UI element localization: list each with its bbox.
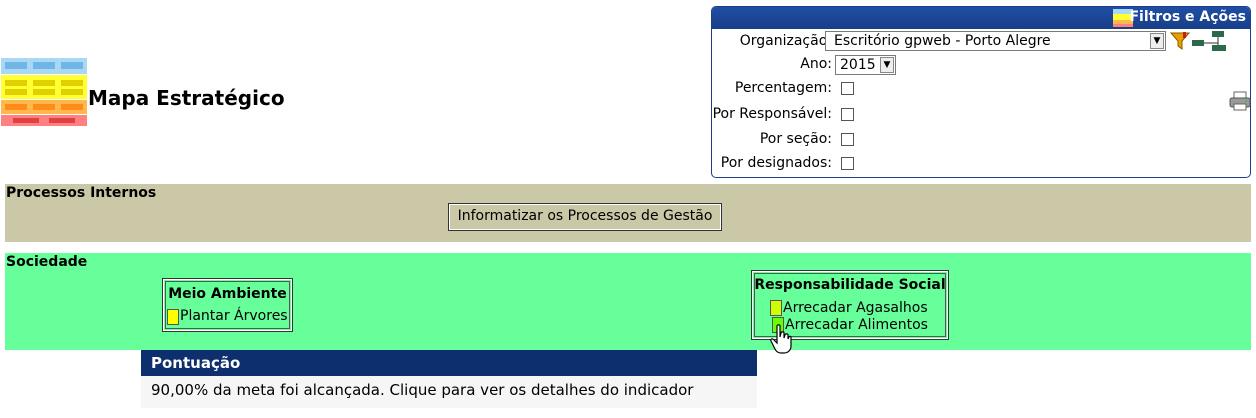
tooltip-text: 90,00% da meta foi alcançada. Clique par… (141, 376, 757, 408)
percentagem-row: Percentagem: (711, 78, 832, 98)
perspective-title: Processos Internos (6, 185, 157, 201)
por-designados-label: Por designados: (720, 155, 832, 171)
por-secao-checkbox[interactable] (841, 133, 854, 146)
objective-title: Responsabilidade Social (754, 277, 946, 293)
organizacao-row: Organização: (711, 31, 832, 51)
status-square-icon (770, 300, 782, 316)
por-responsavel-checkbox[interactable] (841, 108, 854, 121)
por-secao-row: Por seção: (711, 129, 832, 149)
chevron-down-icon: ▼ (880, 57, 894, 73)
printer-icon[interactable] (1229, 90, 1251, 112)
indicator-label: Arrecadar Agasalhos (783, 300, 928, 316)
strategic-map-logo-icon (1, 58, 87, 126)
ano-row: Ano: (711, 54, 832, 74)
por-responsavel-label: Por Responsável: (712, 106, 832, 122)
por-responsavel-row: Por Responsável: (711, 104, 832, 124)
por-designados-row: Por designados: (711, 153, 832, 173)
por-secao-label: Por seção: (759, 131, 832, 147)
status-square-icon (167, 309, 179, 325)
hand-cursor-icon (770, 324, 792, 354)
por-designados-checkbox[interactable] (841, 157, 854, 170)
perspective-title: Sociedade (6, 254, 88, 270)
objective-informatizar[interactable]: Informatizar os Processos de Gestão (448, 203, 722, 231)
filters-title: Filtros e Ações (1129, 9, 1246, 25)
organizacao-select[interactable]: Escritório gpweb - Porto Alegre ▼ (825, 31, 1166, 51)
organizacao-value: Escritório gpweb - Porto Alegre (834, 33, 1051, 49)
chevron-down-icon: ▼ (1150, 33, 1164, 49)
funnel-icon[interactable] (1170, 30, 1190, 52)
indicator-label: Plantar Árvores (180, 308, 288, 324)
percentagem-checkbox[interactable] (841, 82, 854, 95)
percentagem-label: Percentagem: (734, 80, 832, 96)
org-chart-icon[interactable] (1190, 30, 1230, 52)
ano-select[interactable]: 2015 ▼ (835, 55, 896, 75)
ano-value: 2015 (840, 57, 876, 73)
tooltip-title: Pontuação (141, 350, 757, 376)
perspective-sociedade: Sociedade Meio Ambiente Plantar Árvores … (5, 253, 1251, 350)
perspective-processos-internos: Processos Internos Informatizar os Proce… (5, 184, 1251, 242)
ano-label: Ano: (800, 56, 832, 72)
objective-title: Meio Ambiente (168, 286, 287, 302)
filters-header: Filtros e Ações (712, 7, 1250, 29)
objective-title: Informatizar os Processos de Gestão (457, 208, 713, 224)
page-title: Mapa Estratégico (88, 86, 285, 110)
objective-meio-ambiente[interactable]: Meio Ambiente Plantar Árvores (162, 278, 293, 332)
organizacao-label: Organização: (739, 33, 832, 49)
indicator-label: Arrecadar Alimentos (785, 317, 928, 333)
